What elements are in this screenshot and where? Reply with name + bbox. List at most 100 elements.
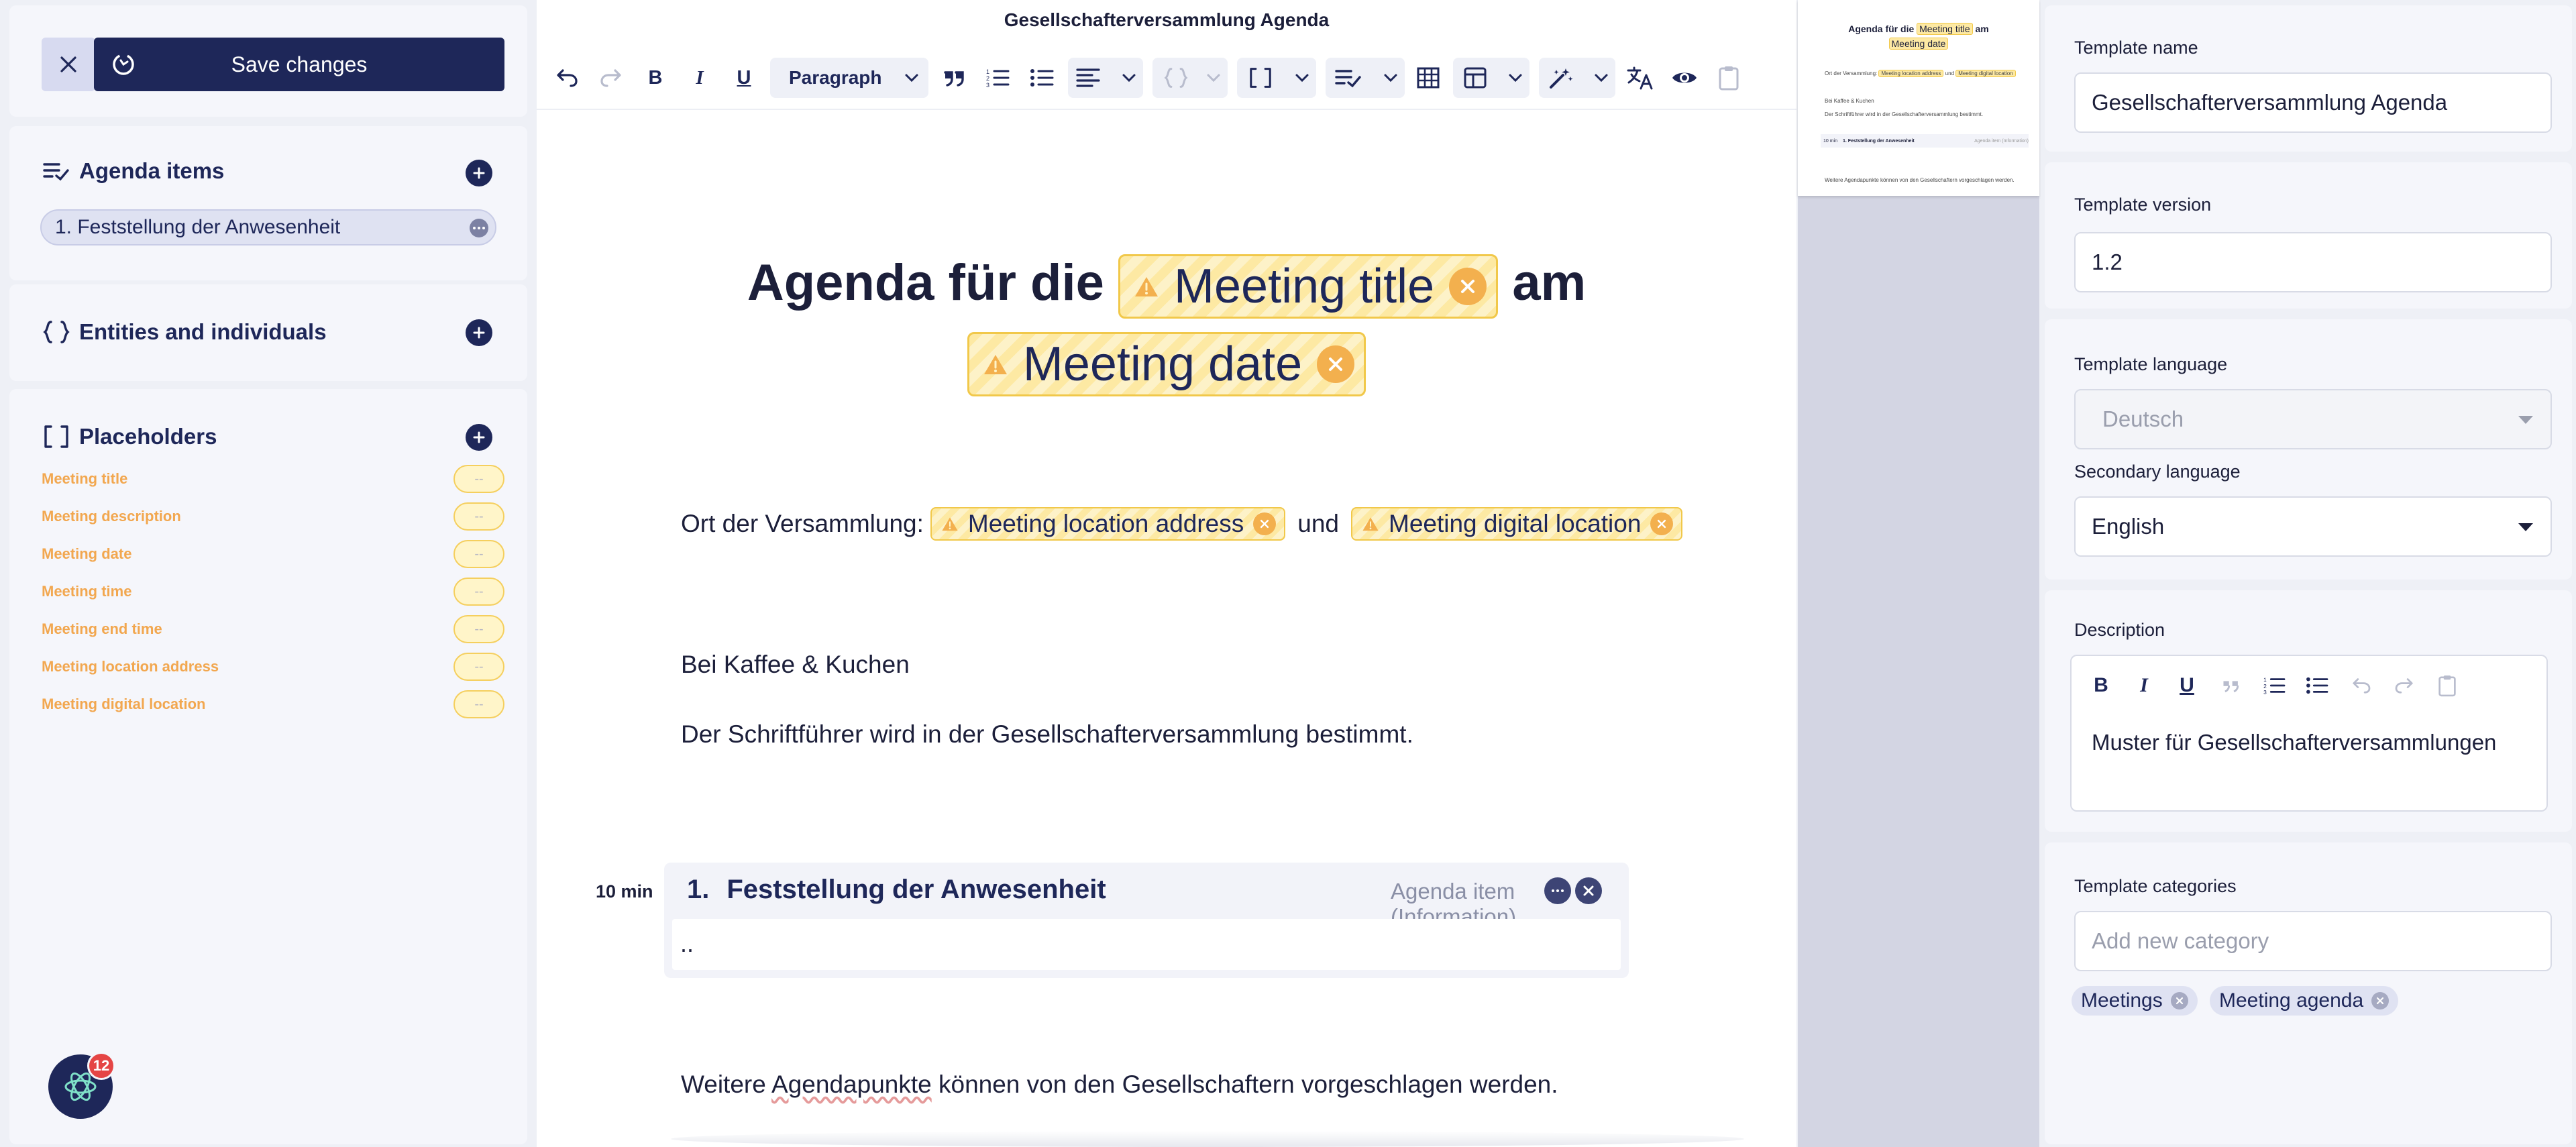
save-changes-button[interactable]: Save changes (94, 38, 504, 91)
insert-placeholder-select[interactable] (1237, 58, 1316, 98)
template-categories-label: Template categories (2074, 876, 2237, 896)
chevron-down-icon (1384, 74, 1397, 83)
remove-placeholder-icon[interactable] (1650, 512, 1674, 535)
caret-down-icon (2518, 523, 2533, 531)
agenda-item-duration[interactable]: 10 min (596, 881, 653, 902)
italic-icon: I (2140, 674, 2148, 696)
placeholder-chip-digital-location[interactable]: Meeting digital location (1351, 507, 1683, 541)
thumb-text: Ort der Versammlung: (1825, 70, 1878, 76)
italic-button[interactable]: I (683, 58, 716, 98)
desc-ordered-list-button[interactable]: 123 (2261, 671, 2288, 700)
add-placeholder-button[interactable] (466, 424, 492, 451)
placeholder-chip-meeting-date[interactable]: Meeting date (967, 331, 1366, 396)
add-category-input[interactable]: Add new category (2074, 911, 2552, 971)
undo-button[interactable] (550, 58, 584, 98)
description-text[interactable]: Muster für Gesellschafterversammlungen (2092, 730, 2496, 755)
more-options-icon[interactable] (470, 219, 488, 237)
placeholder-label: Meeting location address (42, 658, 219, 675)
placeholder-meeting-digital-location[interactable]: Meeting digital location -- (42, 690, 504, 719)
paragraph-text: Weitere (681, 1071, 772, 1098)
quote-icon (944, 71, 964, 87)
align-select[interactable] (1068, 58, 1143, 98)
remove-placeholder-icon[interactable] (1449, 267, 1487, 305)
location-paragraph: Ort der Versammlung: Meeting location ad… (681, 507, 1683, 541)
category-tag-label: Meeting agenda (2219, 989, 2364, 1012)
category-tag[interactable]: Meetings (2072, 986, 2198, 1016)
agenda-item-remove-icon[interactable] (1575, 877, 1602, 904)
remove-placeholder-icon[interactable] (1253, 512, 1277, 535)
paste-button[interactable] (1712, 58, 1746, 98)
agenda-item-title[interactable]: Feststellung der Anwesenheit (727, 875, 1106, 905)
paragraph-kaffee[interactable]: Bei Kaffee & Kuchen (681, 651, 910, 679)
placeholder-value-field[interactable]: -- (453, 540, 504, 568)
template-language-select[interactable]: Deutsch (2074, 389, 2552, 449)
template-language-card: Template language Deutsch Secondary lang… (2045, 319, 2572, 580)
template-name-input[interactable]: Gesellschafterversammlung Agenda (2074, 72, 2552, 133)
remove-tag-icon[interactable] (2371, 992, 2390, 1009)
placeholder-value-field[interactable]: -- (453, 502, 504, 531)
ai-assist-select[interactable] (1539, 58, 1615, 98)
ordered-list-button[interactable]: 123 (981, 58, 1014, 98)
agenda-item-body[interactable]: .. (672, 919, 1621, 970)
layout-select[interactable] (1453, 58, 1529, 98)
save-changes-label: Save changes (231, 52, 368, 76)
agenda-items-header: Agenda items (43, 158, 224, 184)
desc-quote-button[interactable] (2218, 671, 2245, 700)
placeholder-value-field[interactable]: -- (453, 465, 504, 493)
placeholder-meeting-description[interactable]: Meeting description -- (42, 502, 504, 531)
placeholder-value-field[interactable]: -- (453, 578, 504, 606)
insert-table-button[interactable] (1411, 58, 1445, 98)
thumb-line: Ort der Versammlung: Meeting location ad… (1825, 70, 2016, 77)
template-name-label: Template name (2074, 38, 2198, 58)
insert-entity-select[interactable] (1152, 58, 1228, 98)
template-version-input[interactable]: 1.2 (2074, 232, 2552, 292)
desc-underline-button[interactable]: U (2174, 671, 2200, 700)
page-thumbnail[interactable]: Agenda für die Meeting title am Meeting … (1798, 0, 2039, 196)
bullet-list-button[interactable] (1025, 58, 1059, 98)
remove-tag-icon[interactable] (2170, 992, 2188, 1009)
placeholder-chip-meeting-title[interactable]: Meeting title (1118, 254, 1499, 319)
bold-button[interactable]: B (639, 58, 672, 98)
placeholder-meeting-time[interactable]: Meeting time -- (42, 577, 504, 606)
paragraph-schriftfuehrer[interactable]: Der Schriftführer wird in der Gesellscha… (681, 720, 1413, 749)
placeholder-meeting-end-time[interactable]: Meeting end time -- (42, 614, 504, 644)
placeholder-meeting-date[interactable]: Meeting date -- (42, 539, 504, 569)
placeholder-meeting-location-address[interactable]: Meeting location address -- (42, 652, 504, 681)
placeholder-meeting-title[interactable]: Meeting title -- (42, 464, 504, 494)
add-agenda-item-button[interactable] (466, 160, 492, 186)
desc-bullet-list-button[interactable] (2304, 671, 2330, 700)
svg-text:3: 3 (2263, 689, 2267, 696)
secondary-language-select[interactable]: English (2074, 496, 2552, 557)
close-button[interactable] (42, 38, 95, 91)
remove-placeholder-icon[interactable] (1317, 345, 1355, 383)
placeholder-value-field[interactable]: -- (453, 690, 504, 718)
paragraph-weitere[interactable]: Weitere Agendapunkte können von den Gese… (681, 1071, 1558, 1099)
paragraph-style-select[interactable]: Paragraph (770, 58, 928, 98)
desc-redo-button[interactable] (2391, 671, 2418, 700)
underline-button[interactable]: U (727, 58, 761, 98)
description-editor[interactable]: B I U 123 Muster für Gesellschafterversa… (2070, 655, 2548, 812)
spellcheck-word[interactable]: Agendapunkte (771, 1071, 932, 1098)
placeholder-chip-location-address[interactable]: Meeting location address (930, 507, 1286, 541)
agenda-item-more-icon[interactable] (1544, 877, 1571, 904)
blockquote-button[interactable] (938, 58, 971, 98)
translate-button[interactable] (1623, 58, 1657, 98)
heading-middle: am (1512, 254, 1587, 311)
desc-undo-button[interactable] (2348, 671, 2375, 700)
placeholder-chip-label: Meeting date (1022, 337, 1303, 391)
preview-button[interactable] (1668, 58, 1701, 98)
document-heading-line-2: Meeting date (537, 331, 1796, 396)
add-entity-button[interactable] (466, 319, 492, 346)
agenda-list-item[interactable]: 1. Feststellung der Anwesenheit (40, 209, 496, 245)
category-tag[interactable]: Meeting agenda (2210, 986, 2399, 1016)
placeholder-value-field[interactable]: -- (453, 653, 504, 681)
insert-agenda-item-select[interactable] (1326, 58, 1405, 98)
location-label: Ort der Versammlung: (681, 510, 924, 537)
desc-italic-button[interactable]: I (2131, 671, 2157, 700)
agenda-item-block[interactable]: 1. Feststellung der Anwesenheit Agenda i… (664, 863, 1629, 978)
redo-button[interactable] (594, 58, 628, 98)
description-label: Description (2074, 620, 2165, 640)
placeholder-value-field[interactable]: -- (453, 615, 504, 643)
desc-paste-button[interactable] (2434, 671, 2461, 700)
desc-bold-button[interactable]: B (2088, 671, 2114, 700)
